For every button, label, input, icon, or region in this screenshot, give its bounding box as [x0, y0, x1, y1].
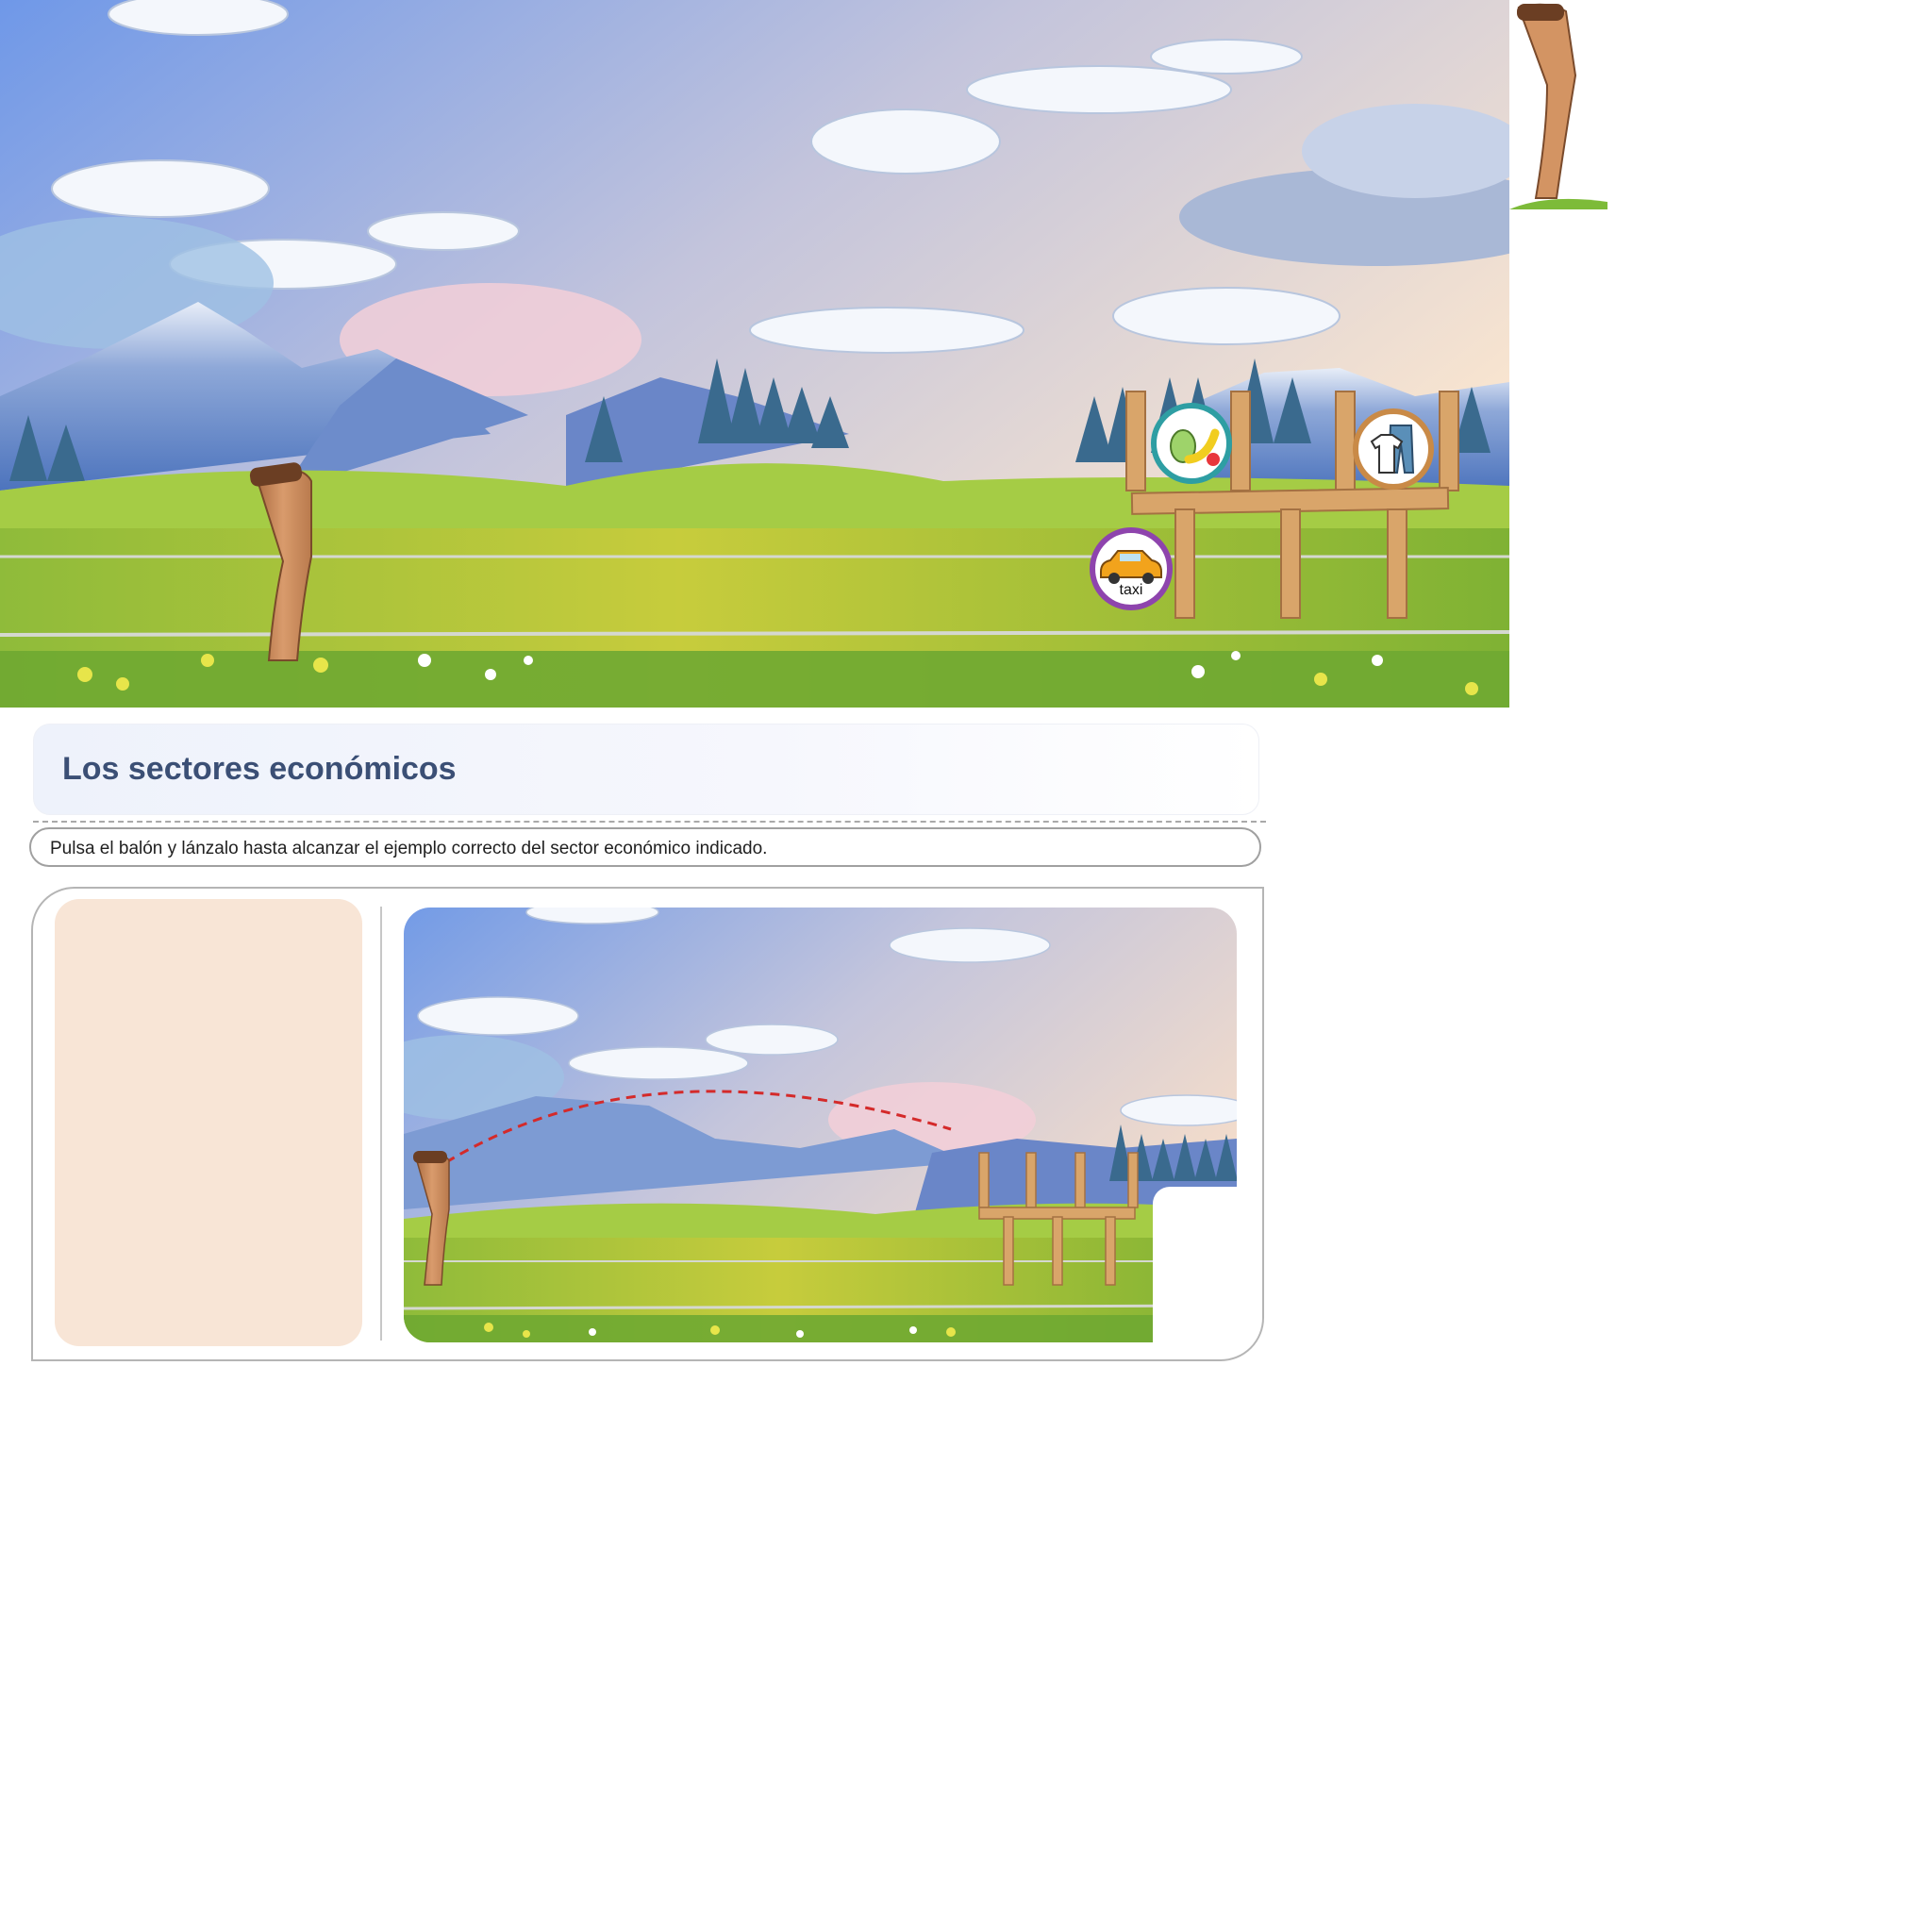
target-taxi[interactable]: taxi: [1090, 526, 1173, 611]
title-divider: [33, 821, 1266, 823]
scene-overlay-panel: [1153, 1187, 1247, 1345]
page-title: Los sectores económicos: [62, 751, 457, 787]
panel-divider: [380, 907, 382, 1341]
game-scene[interactable]: [404, 908, 1237, 1342]
target-fruit[interactable]: [1151, 403, 1232, 484]
taxi-label: taxi: [1119, 582, 1143, 598]
game-landscape: [404, 908, 1237, 1342]
side-leg-decoration: [1509, 0, 1613, 217]
instruction-box: Pulsa el balón y lánzalo hasta alcanzar …: [29, 827, 1261, 867]
fruit-icon: [1151, 403, 1232, 484]
landscape-illustration: [0, 0, 1509, 708]
hero-scene: taxi: [0, 0, 1509, 708]
clothes-icon: [1353, 408, 1434, 490]
instruction-text: Pulsa el balón y lánzalo hasta alcanzar …: [50, 839, 768, 858]
target-clothes[interactable]: [1353, 408, 1434, 490]
prompt-panel: [55, 899, 362, 1346]
title-bar: Los sectores económicos: [33, 724, 1259, 815]
